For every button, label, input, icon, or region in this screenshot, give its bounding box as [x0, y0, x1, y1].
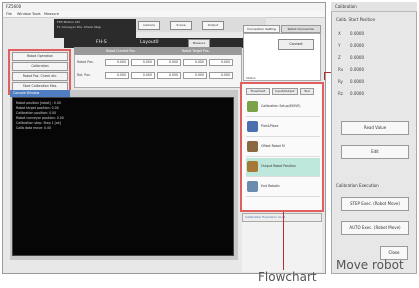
tab-connection-setting[interactable]: Connection Setting — [243, 25, 280, 33]
flowchart-panel: Flowchart Input/Output Tool Calibration … — [240, 82, 324, 212]
flowchart-step[interactable]: Pick&Place — [246, 118, 320, 137]
column-header: Robot Current Pos. — [106, 49, 136, 53]
table-cell[interactable]: 0.000 — [183, 59, 207, 66]
log-line: Robot position [robot] : 0.00 — [16, 101, 61, 105]
axis-value: 0.0000 — [350, 67, 364, 72]
log-line: Calib data move: 0.00 — [16, 126, 52, 130]
output-icon — [247, 161, 258, 172]
axis-row: Rx 0.0000 — [338, 65, 408, 75]
table-cell[interactable]: 0.000 — [209, 72, 233, 79]
console-window: Robot position [robot] : 0.00 Robot targ… — [12, 97, 234, 256]
step-label: Output Robot Position — [261, 164, 296, 168]
step-label: Calibration Setup(MOVE) — [261, 104, 301, 108]
console-tab[interactable]: Console Window — [10, 90, 70, 97]
flowchart-callout-line — [283, 212, 284, 270]
axis-value: 0.0000 — [350, 31, 364, 36]
camera-button[interactable]: Camera — [138, 21, 160, 30]
log-line: Calibration position: 0.00 — [16, 111, 57, 115]
flowchart-status-bar: Calibration Execution Cont. — [242, 213, 322, 222]
flowchart-step[interactable]: End Robotic — [246, 178, 320, 197]
tab-flowchart[interactable]: Flowchart — [246, 88, 270, 95]
table-cell[interactable]: 0.000 — [131, 59, 155, 66]
menu-file[interactable]: File — [6, 11, 12, 18]
axis-label: Ry — [338, 79, 343, 84]
output-button[interactable]: Output — [202, 21, 224, 30]
menu-window[interactable]: Window — [17, 11, 31, 18]
axis-label: X — [338, 31, 341, 36]
read-value-button[interactable]: Read Value — [341, 121, 409, 135]
robot-icon — [247, 141, 258, 152]
axis-label: Z — [338, 55, 341, 60]
axis-value: 0.0000 — [350, 91, 364, 96]
gear-icon — [247, 101, 258, 112]
log-line: Calibration step: Step 1 [ok] — [16, 121, 61, 125]
window-title: FZ5600 — [3, 3, 325, 11]
table-cell[interactable]: 0.000 — [157, 72, 181, 79]
auto-exec-button[interactable]: AUTO Exec. (Robot Move) — [341, 221, 409, 235]
execution-label: Calibration Execution — [336, 183, 379, 188]
log-line: Robot target position: 0.00 — [16, 106, 59, 110]
section-title: Calib. Start Position — [336, 17, 376, 22]
step-label: Offset Robot M — [261, 144, 285, 148]
table-cell[interactable]: 0.000 — [209, 59, 233, 66]
row-label: Robot Pos. — [77, 60, 94, 64]
pick-icon — [247, 121, 258, 132]
header-strip-line: F1 Conveyor Pos. Check Step — [57, 24, 101, 29]
tab-input-output[interactable]: Input/Output — [272, 88, 298, 95]
status-label: Status — [246, 76, 256, 80]
axis-row: X 0.0000 — [338, 29, 408, 39]
flowchart-empty-area — [242, 222, 322, 272]
axis-value: 0.0000 — [350, 43, 364, 48]
table-cell[interactable]: 0.000 — [183, 72, 207, 79]
row-label: Rot. Pos. — [77, 73, 91, 77]
axis-value: 0.0000 — [350, 55, 364, 60]
menu-tools[interactable]: Tools — [32, 11, 41, 18]
axis-row: Rz 0.0000 — [338, 89, 408, 99]
left-highlight-box — [8, 49, 71, 95]
header-strip: FZ5 Motion Ctrl F1 Conveyor Pos. Check S… — [54, 19, 136, 38]
table-cell[interactable]: 0.000 — [157, 59, 181, 66]
flowchart-step[interactable]: Offset Robot M — [246, 138, 320, 157]
step-exec-button[interactable]: STEP Exec. (Robot Move) — [341, 197, 409, 211]
step-label: End Robotic — [261, 184, 280, 188]
flowchart-step[interactable]: Calibration Setup(MOVE) — [246, 98, 320, 117]
table-cell[interactable]: 0.000 — [105, 59, 129, 66]
column-header: Robot Target Pos. — [182, 49, 210, 53]
axis-label: Y — [338, 43, 341, 48]
move-robot-caption: Move robot — [336, 258, 404, 272]
tab-robot-connection[interactable]: Robot Connection — [281, 25, 321, 33]
log-line: Robot conveyor position: 0.00 — [16, 116, 64, 120]
axis-row: Z 0.0000 — [338, 53, 408, 63]
table-cell[interactable]: 0.000 — [105, 72, 129, 79]
axis-row: Ry 0.0000 — [338, 77, 408, 87]
edit-button[interactable]: Edit — [341, 145, 409, 159]
table-cell[interactable]: 0.000 — [131, 72, 155, 79]
flowchart-caption: Flowchart — [258, 270, 317, 284]
table-header: Robot Current Pos. Robot Target Pos. — [74, 47, 242, 55]
axis-label: Rx — [338, 67, 344, 72]
connect-button[interactable]: Connect — [278, 39, 314, 50]
step-label: Pick&Place — [261, 124, 279, 128]
axis-value: 0.0000 — [350, 79, 364, 84]
dialog-title: Calibration — [331, 2, 417, 12]
callout-line-left — [324, 72, 325, 80]
table-row: Robot Pos. 0.000 0.000 0.000 0.000 0.000 — [75, 57, 243, 68]
table-row: Rot. Pos. 0.000 0.000 0.000 0.000 0.000 — [75, 70, 243, 81]
end-icon — [247, 181, 258, 192]
axis-row: Y 0.0000 — [338, 41, 408, 51]
axis-label: Rz — [338, 91, 343, 96]
tab-tool[interactable]: Tool — [300, 88, 314, 95]
flowchart-step-selected[interactable]: Output Robot Position — [246, 158, 320, 177]
scene-button[interactable]: Scene — [170, 21, 192, 30]
